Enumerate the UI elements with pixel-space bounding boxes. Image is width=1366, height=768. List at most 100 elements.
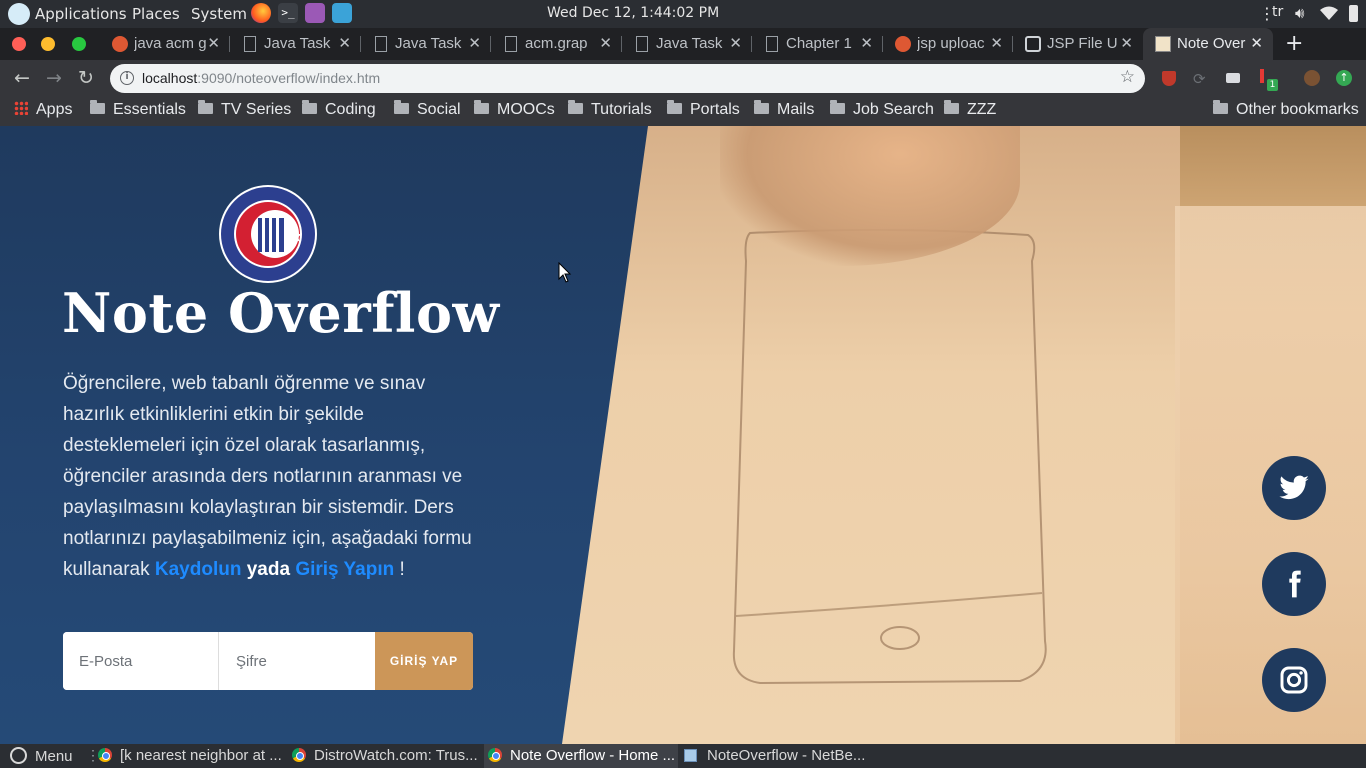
tab-title: Java Task [656, 35, 723, 52]
close-tab-icon[interactable]: ✕ [729, 34, 742, 52]
bookmark-folder-mails[interactable]: Mails [754, 100, 814, 121]
bookmark-folder-social[interactable]: Social [394, 100, 461, 121]
bookmark-folder-job-search[interactable]: Job Search [830, 100, 934, 121]
bookmark-star-icon[interactable]: ☆ [1120, 67, 1135, 87]
tab-title: acm.grap [525, 35, 588, 52]
taskbar-window[interactable]: NoteOverflow - NetBe... [684, 744, 874, 768]
browser-tab[interactable]: JSP File U ✕ [1013, 28, 1143, 60]
tab-title: Chapter 1 [786, 35, 852, 52]
battery-icon[interactable] [1349, 5, 1358, 22]
back-arrow-icon[interactable]: ← [12, 68, 32, 88]
browser-tab[interactable]: acm.grap ✕ [491, 28, 622, 60]
browser-tab[interactable]: jsp uploac ✕ [883, 28, 1013, 60]
bookmark-folder-zzz[interactable]: ZZZ [944, 100, 996, 121]
duckduckgo-icon [112, 36, 128, 52]
folder-icon [90, 100, 105, 114]
browser-tab[interactable]: java acm g ✕ [100, 28, 230, 60]
folder-icon [394, 100, 409, 114]
browser-tab[interactable]: Java Task ✕ [622, 28, 752, 60]
start-menu-button[interactable]: Menu [10, 744, 73, 768]
minimize-window-button[interactable] [41, 37, 55, 51]
bookmark-folder-moocs[interactable]: MOOCs [474, 100, 555, 121]
forward-arrow-icon[interactable]: → [44, 68, 64, 88]
update-icon[interactable]: ↑ [1336, 70, 1352, 86]
bookmark-folder-portals[interactable]: Portals [667, 100, 740, 121]
browser-tab[interactable]: Chapter 1 ✕ [752, 28, 883, 60]
other-bookmarks[interactable]: Other bookmarks [1213, 100, 1359, 121]
terminal-launcher-icon[interactable]: >_ [278, 3, 298, 23]
folder-icon [754, 100, 769, 114]
or-text: yada [246, 559, 291, 580]
twitter-icon [1279, 475, 1309, 500]
browser-tab-active[interactable]: Note Over ✕ [1143, 28, 1273, 60]
taskbar-window[interactable]: DistroWatch.com: Trus... [292, 744, 482, 768]
extension-icon[interactable]: ⟳ [1193, 70, 1206, 88]
folder-icon [944, 100, 959, 114]
cast-icon[interactable] [1226, 73, 1240, 83]
ublock-icon[interactable] [1162, 71, 1176, 86]
register-link[interactable]: Kaydolun [155, 559, 242, 580]
close-tab-icon[interactable]: ✕ [599, 34, 612, 52]
login-button[interactable]: GİRİŞ YAP [375, 632, 473, 690]
maximize-window-button[interactable] [72, 37, 86, 51]
menu-logo-icon [10, 747, 27, 764]
new-tab-button[interactable]: + [1285, 31, 1303, 56]
close-tab-icon[interactable]: ✕ [468, 34, 481, 52]
close-tab-icon[interactable]: ✕ [1250, 34, 1263, 52]
bookmark-folder-coding[interactable]: Coding [302, 100, 376, 121]
netbeans-icon [684, 749, 697, 762]
volume-icon[interactable]: 🔊︎ [1295, 4, 1304, 22]
apps-grid-icon [14, 101, 28, 115]
places-menu[interactable]: Places [132, 5, 180, 23]
close-tab-icon[interactable]: ✕ [338, 34, 351, 52]
wifi-icon[interactable] [1320, 6, 1338, 20]
facebook-button[interactable] [1262, 552, 1326, 616]
bookmark-folder-tv-series[interactable]: TV Series [198, 100, 291, 121]
close-tab-icon[interactable]: ✕ [207, 34, 220, 52]
password-field[interactable] [220, 632, 375, 690]
browser-tab[interactable]: Java Task ✕ [230, 28, 361, 60]
browser-tab[interactable]: Java Task ✕ [361, 28, 491, 60]
tab-title: JSP File U [1047, 35, 1118, 52]
screenshot-launcher-icon[interactable] [332, 3, 352, 23]
info-icon[interactable]: i [120, 71, 134, 85]
folder-icon [474, 100, 489, 114]
taskbar-window-active[interactable]: Note Overflow - Home ... [484, 744, 678, 768]
twitter-button[interactable] [1262, 456, 1326, 520]
folder-icon [198, 100, 213, 114]
top-panel: Applications Places System >_ Wed Dec 12… [0, 0, 1366, 28]
distro-logo-icon[interactable] [8, 3, 30, 25]
downloads-extension-icon[interactable] [1260, 69, 1264, 83]
reload-icon[interactable]: ↻ [76, 68, 96, 88]
page-icon [766, 36, 778, 52]
folder-icon [830, 100, 845, 114]
system-menu[interactable]: System [191, 5, 247, 23]
close-window-button[interactable] [12, 37, 26, 51]
page-title: Note Overflow [62, 281, 500, 345]
firefox-launcher-icon[interactable] [251, 3, 271, 23]
hero-description: Öğrencilere, web tabanlı öğrenme ve sına… [63, 373, 472, 580]
text-editor-launcher-icon[interactable] [305, 3, 325, 23]
bookmarks-bar: Apps Essentials TV Series Coding Social … [0, 96, 1366, 126]
email-field[interactable] [63, 632, 219, 690]
folder-icon [1213, 100, 1228, 114]
login-link[interactable]: Giriş Yapın [295, 559, 394, 580]
bookmark-folder-essentials[interactable]: Essentials [90, 100, 186, 121]
close-tab-icon[interactable]: ✕ [990, 34, 1003, 52]
address-bar[interactable]: i localhost:9090/noteoverflow/index.htm … [110, 64, 1145, 93]
avatar[interactable] [1304, 70, 1320, 86]
keyboard-layout[interactable]: tr [1272, 4, 1283, 20]
close-tab-icon[interactable]: ✕ [860, 34, 873, 52]
bookmark-folder-tutorials[interactable]: Tutorials [568, 100, 652, 121]
close-tab-icon[interactable]: ✕ [1120, 34, 1133, 52]
url-text[interactable]: localhost:9090/noteoverflow/index.htm [142, 70, 380, 86]
page-icon [244, 36, 256, 52]
instagram-button[interactable] [1262, 648, 1326, 712]
login-form: GİRİŞ YAP [63, 632, 473, 690]
apps-bookmark[interactable]: Apps [14, 101, 72, 121]
tab-title: Java Task [264, 35, 331, 52]
applications-menu[interactable]: Applications [35, 5, 127, 23]
tab-title: jsp uploac [917, 35, 985, 52]
clock[interactable]: Wed Dec 12, 1:44:02 PM [547, 5, 719, 21]
taskbar-window[interactable]: [k nearest neighbor at ... [96, 744, 286, 768]
